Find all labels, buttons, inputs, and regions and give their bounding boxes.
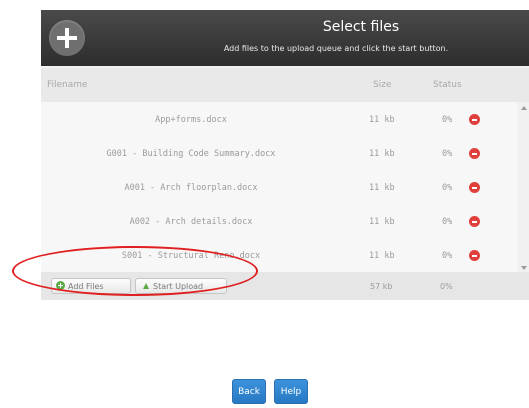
arrow-up-icon <box>143 282 149 289</box>
file-size: 11 kb <box>369 149 395 159</box>
file-status: 0% <box>442 149 453 159</box>
uploader-footer: Add Files Start Upload 57 kb 0% <box>41 272 529 300</box>
file-row: App+forms.docx 11 kb 0% <box>41 102 517 139</box>
remove-file-icon[interactable] <box>469 148 480 159</box>
help-button[interactable]: Help <box>274 379 308 404</box>
file-uploader: Select files Add files to the upload que… <box>41 10 529 300</box>
scroll-up-icon[interactable] <box>521 106 527 110</box>
file-size: 11 kb <box>369 183 395 193</box>
file-status: 0% <box>442 251 453 261</box>
remove-file-icon[interactable] <box>469 114 480 125</box>
file-list: App+forms.docx 11 kb 0% G001 - Building … <box>41 102 529 275</box>
file-size: 11 kb <box>369 251 395 261</box>
uploader-header: Select files Add files to the upload que… <box>41 10 529 66</box>
column-size: Size <box>373 80 392 90</box>
column-status: Status <box>433 80 462 90</box>
file-size: 11 kb <box>369 217 395 227</box>
file-row: G001 - Building Code Summary.docx 11 kb … <box>41 136 517 173</box>
column-filename: Filename <box>47 80 88 90</box>
file-row: A002 - Arch details.docx 11 kb 0% <box>41 204 517 241</box>
uploader-title: Select files <box>322 19 400 35</box>
start-upload-button[interactable]: Start Upload <box>135 278 227 294</box>
file-name: App+forms.docx <box>155 115 227 125</box>
file-row: A001 - Arch floorplan.docx 11 kb 0% <box>41 170 517 207</box>
file-status: 0% <box>442 183 453 193</box>
file-name: A001 - Arch floorplan.docx <box>124 183 258 193</box>
scroll-down-icon[interactable] <box>521 266 527 270</box>
file-list-scrollbar[interactable] <box>519 102 529 274</box>
uploader-subtitle: Add files to the upload queue and click … <box>223 44 449 53</box>
remove-file-icon[interactable] <box>469 182 480 193</box>
remove-file-icon[interactable] <box>469 216 480 227</box>
file-name: S001 - Structural Reno.docx <box>121 251 261 261</box>
file-list-header: Filename Size Status <box>41 68 529 102</box>
file-name: G001 - Building Code Summary.docx <box>106 149 276 159</box>
add-files-button[interactable]: Add Files <box>51 278 131 294</box>
file-size: 11 kb <box>369 115 395 125</box>
add-files-label: Add Files <box>68 282 104 291</box>
file-status: 0% <box>442 217 453 227</box>
file-name: A002 - Arch details.docx <box>129 217 253 227</box>
plus-circle-icon[interactable] <box>49 20 85 56</box>
plus-icon <box>56 281 65 290</box>
total-size: 57 kb <box>370 282 393 291</box>
total-status: 0% <box>440 282 453 291</box>
start-upload-label: Start Upload <box>153 282 204 291</box>
file-status: 0% <box>442 115 453 125</box>
file-row: S001 - Structural Reno.docx 11 kb 0% <box>41 238 517 275</box>
back-button[interactable]: Back <box>232 379 266 404</box>
remove-file-icon[interactable] <box>469 250 480 261</box>
